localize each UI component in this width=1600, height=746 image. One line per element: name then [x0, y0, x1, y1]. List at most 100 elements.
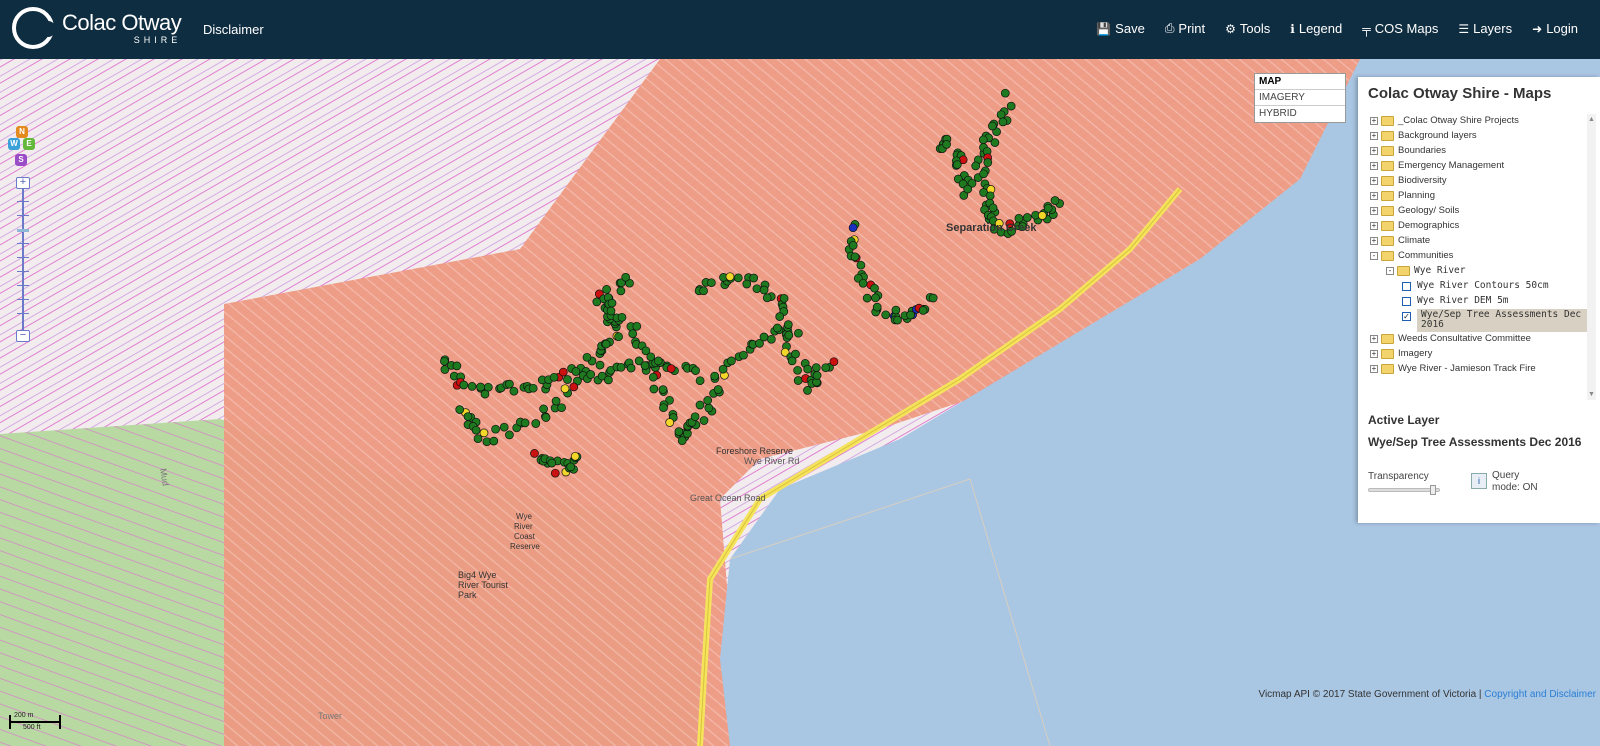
tree-point[interactable] — [509, 386, 519, 396]
tree-point[interactable] — [665, 418, 675, 427]
save-button[interactable]: 💾 Save — [1096, 21, 1145, 36]
tree-point[interactable] — [952, 160, 962, 169]
tree-point[interactable] — [628, 329, 638, 339]
tree-point[interactable] — [592, 297, 602, 307]
transparency-slider-handle[interactable] — [1429, 485, 1436, 495]
tree-point[interactable] — [658, 385, 668, 394]
layer-tree-item[interactable]: + Wye River - Jamieson Track Fire — [1370, 362, 1588, 377]
tree-point[interactable] — [794, 328, 803, 338]
scroll-down-icon[interactable]: ▼ — [1588, 391, 1595, 398]
tree-point[interactable] — [570, 451, 580, 461]
zoom-in-button[interactable]: + — [16, 177, 30, 189]
disclaimer-link[interactable]: Disclaimer — [203, 22, 264, 37]
tree-point[interactable] — [699, 416, 709, 425]
tree-point[interactable] — [848, 241, 858, 250]
tree-point[interactable] — [871, 293, 880, 303]
tree-point[interactable] — [881, 310, 891, 320]
layer-tree-item[interactable]: ✓ Wye/Sep Tree Assessments Dec 2016 — [1402, 309, 1588, 332]
tree-point[interactable] — [759, 285, 769, 295]
layer-tree-item[interactable]: + Boundaries — [1370, 144, 1588, 159]
tree-point[interactable] — [733, 273, 743, 283]
expand-icon[interactable]: + — [1370, 117, 1378, 125]
tree-point[interactable] — [710, 371, 720, 381]
tree-point[interactable] — [463, 412, 473, 421]
tree-point[interactable] — [566, 462, 576, 472]
tree-point[interactable] — [528, 383, 538, 393]
tree-point[interactable] — [759, 332, 769, 342]
layer-tree-item[interactable]: + Geology/ Soils — [1370, 204, 1588, 219]
tree-point[interactable] — [557, 403, 566, 413]
tree-point[interactable] — [621, 272, 631, 282]
tree-point[interactable] — [862, 293, 872, 303]
tree-point[interactable] — [998, 117, 1008, 127]
tree-point[interactable] — [773, 323, 782, 333]
tree-point[interactable] — [870, 283, 879, 293]
layer-tree-item[interactable]: + Emergency Management — [1370, 159, 1588, 174]
tree-point[interactable] — [695, 376, 705, 386]
tree-point[interactable] — [985, 191, 995, 201]
tree-point[interactable] — [505, 430, 514, 440]
tree-point[interactable] — [752, 284, 762, 294]
expand-icon[interactable]: + — [1370, 192, 1378, 200]
expand-icon[interactable]: + — [1370, 162, 1378, 170]
tree-point[interactable] — [606, 306, 616, 316]
tree-point[interactable] — [821, 363, 831, 373]
tree-point[interactable] — [767, 334, 776, 344]
layer-tree-item[interactable]: + Weeds Consultative Committee — [1370, 332, 1588, 347]
layer-checkbox[interactable] — [1402, 297, 1411, 306]
tree-point[interactable] — [550, 468, 560, 478]
tree-point[interactable] — [604, 375, 613, 385]
collapse-icon[interactable]: - — [1370, 252, 1378, 260]
legend-button[interactable]: ℹ Legend — [1290, 21, 1342, 36]
tree-point[interactable] — [725, 272, 735, 282]
expand-icon[interactable]: + — [1370, 350, 1378, 358]
tree-point[interactable] — [674, 427, 684, 436]
tree-point[interactable] — [659, 403, 668, 413]
tree-point[interactable] — [779, 293, 789, 303]
tree-point[interactable] — [459, 380, 469, 390]
tree-point[interactable] — [558, 367, 568, 377]
expand-icon[interactable]: + — [1370, 365, 1378, 373]
tree-point[interactable] — [640, 361, 650, 370]
tree-point[interactable] — [695, 400, 705, 410]
tree-point[interactable] — [918, 306, 928, 315]
tree-point[interactable] — [547, 458, 557, 468]
tree-point[interactable] — [452, 361, 462, 371]
tree-point[interactable] — [699, 286, 708, 296]
tree-point[interactable] — [850, 252, 860, 262]
layer-tree-item[interactable]: + Climate — [1370, 234, 1588, 249]
login-button[interactable]: ➜ Login — [1532, 21, 1578, 36]
expand-icon[interactable]: + — [1370, 207, 1378, 215]
pan-east-button[interactable]: E — [23, 138, 35, 150]
tree-point[interactable] — [829, 357, 839, 367]
tree-point[interactable] — [803, 364, 813, 374]
layer-tree-item[interactable]: - Communities — [1370, 249, 1588, 264]
tree-point[interactable] — [616, 286, 626, 296]
tree-point[interactable] — [979, 169, 988, 179]
layer-checkbox[interactable]: ✓ — [1402, 312, 1411, 321]
tree-point[interactable] — [1006, 101, 1016, 111]
tree-point[interactable] — [978, 135, 988, 145]
tree-point[interactable] — [691, 366, 700, 375]
layer-tree-item[interactable]: + Demographics — [1370, 219, 1588, 234]
tree-point[interactable] — [586, 370, 596, 379]
tools-button[interactable]: ⚙ Tools — [1225, 21, 1270, 36]
tree-point[interactable] — [793, 376, 803, 385]
colac-otway-logo[interactable]: Colac Otway SHIRE — [12, 7, 182, 49]
tree-point[interactable] — [783, 320, 793, 329]
tree-point[interactable] — [601, 339, 611, 349]
zoom-slider[interactable]: + − — [16, 177, 30, 342]
tree-point[interactable] — [1000, 88, 1010, 98]
tree-point[interactable] — [775, 312, 785, 321]
tree-point[interactable] — [793, 365, 802, 375]
tree-point[interactable] — [571, 367, 581, 376]
tree-point[interactable] — [727, 356, 736, 366]
expand-icon[interactable]: + — [1370, 335, 1378, 343]
tree-point[interactable] — [479, 428, 489, 438]
tree-point[interactable] — [666, 364, 676, 373]
pan-west-button[interactable]: W — [8, 138, 20, 150]
layer-tree-item[interactable]: + Imagery — [1370, 347, 1588, 362]
tree-point[interactable] — [713, 385, 723, 394]
tree-point[interactable] — [803, 386, 812, 395]
tree-point[interactable] — [455, 405, 465, 414]
